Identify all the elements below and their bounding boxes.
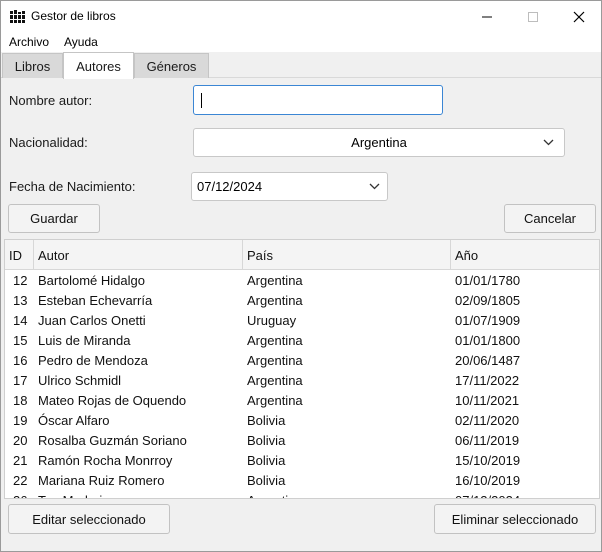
minimize-button[interactable]: [464, 1, 510, 32]
menu-bar: Archivo Ayuda: [1, 32, 601, 52]
cell-author: Óscar Alfaro: [38, 413, 110, 428]
cell-year: 17/11/2022: [455, 373, 520, 388]
cell-id: 17: [13, 373, 28, 388]
cell-year: 02/09/1805: [455, 293, 521, 308]
authors-table[interactable]: ID Autor País Año 12 Bartolomé Hidalgo Arg…: [4, 239, 600, 499]
cell-year: 15/10/2019: [455, 453, 521, 468]
save-button[interactable]: Guardar: [8, 204, 100, 233]
text-caret: [201, 93, 202, 108]
column-header-year[interactable]: Año: [451, 240, 599, 270]
cell-country: Uruguay: [247, 313, 297, 328]
cell-id: 16: [13, 353, 28, 368]
column-header-id[interactable]: ID: [5, 240, 34, 270]
cell-author: Tee Madariaga: [38, 493, 124, 498]
maximize-icon: [528, 11, 538, 22]
cell-year: 07/12/2024: [455, 493, 520, 498]
minimize-icon: [482, 16, 492, 17]
table-row[interactable]: 18 Mateo Rojas de Oquendo Argentina 10/11/2…: [5, 390, 599, 410]
cell-country: Bolivia: [247, 433, 286, 448]
cell-country: Argentina: [247, 393, 303, 408]
cell-country: Argentina: [247, 273, 303, 288]
tab-libros[interactable]: Libros: [2, 53, 63, 78]
books-icon: [10, 10, 25, 23]
chevron-down-icon: [543, 139, 554, 146]
cell-id: 15: [13, 333, 28, 348]
edit-selected-button[interactable]: Editar seleccionado: [8, 504, 170, 534]
cell-id: 13: [13, 293, 28, 308]
cell-id: 22: [13, 473, 28, 488]
cell-author: Mateo Rojas de Oquendo: [38, 393, 187, 408]
cell-country: Argentina: [247, 293, 303, 308]
close-button[interactable]: [556, 1, 602, 32]
table-row[interactable]: 26 Tee Madariaga Argentina 07/12/2024: [5, 490, 599, 498]
cell-country: Argentina: [247, 353, 303, 368]
table-row[interactable]: 16 Pedro de Mendoza Argentina 20/06/1487: [5, 350, 599, 370]
cell-id: 20: [13, 433, 28, 448]
nationality-label: Nacionalidad:: [9, 135, 88, 150]
chevron-down-icon: [369, 183, 380, 190]
cell-author: Ramón Rocha Monrroy: [38, 453, 173, 468]
nationality-select[interactable]: Argentina: [193, 128, 565, 157]
author-name-label: Nombre autor:: [9, 93, 93, 108]
cell-author: Rosalba Guzmán Soriano: [38, 433, 187, 448]
nationality-value: Argentina: [351, 135, 407, 150]
cell-year: 16/10/2019: [455, 473, 521, 488]
table-row[interactable]: 20 Rosalba Guzmán Soriano Bolivia 06/11/201…: [5, 430, 599, 450]
window-title: Gestor de libros: [31, 9, 116, 23]
birth-date-label: Fecha de Nacimiento:: [9, 179, 136, 194]
menu-archivo[interactable]: Archivo: [9, 35, 49, 49]
cell-author: Mariana Ruiz Romero: [38, 473, 165, 488]
cell-year: 01/01/1780: [455, 273, 521, 288]
tab-strip: Libros Autores Géneros: [1, 52, 601, 79]
cell-id: 19: [13, 413, 28, 428]
table-row[interactable]: 13 Esteban Echevarría Argentina 02/09/1805: [5, 290, 599, 310]
birth-date-value: 07/12/2024: [197, 179, 263, 194]
cell-author: Ulrico Schmidl: [38, 373, 122, 388]
table-row[interactable]: 22 Mariana Ruiz Romero Bolivia 16/10/2019: [5, 470, 599, 490]
cell-country: Bolivia: [247, 473, 286, 488]
app-window: Gestor de libros Archivo Ayuda Libros Au…: [0, 0, 602, 552]
cell-year: 10/11/2021: [455, 393, 520, 408]
cell-country: Argentina: [247, 333, 303, 348]
table-row[interactable]: 21 Ramón Rocha Monrroy Bolivia 15/10/2019: [5, 450, 599, 470]
cell-id: 18: [13, 393, 28, 408]
maximize-button[interactable]: [510, 1, 556, 32]
cell-country: Argentina: [247, 373, 303, 388]
cell-id: 26: [13, 493, 27, 498]
author-name-input[interactable]: [193, 85, 443, 115]
cancel-button[interactable]: Cancelar: [504, 204, 596, 233]
title-bar: Gestor de libros: [1, 1, 601, 32]
cell-country: Bolivia: [247, 413, 286, 428]
cell-id: 21: [13, 453, 28, 468]
cell-author: Luis de Miranda: [38, 333, 131, 348]
tab-generos[interactable]: Géneros: [134, 53, 209, 78]
tab-autores[interactable]: Autores: [63, 52, 134, 79]
cell-author: Esteban Echevarría: [38, 293, 153, 308]
cell-author: Pedro de Mendoza: [38, 353, 148, 368]
close-icon: [573, 11, 585, 22]
cell-year: 01/01/1800: [455, 333, 521, 348]
cell-year: 02/11/2020: [455, 413, 520, 428]
table-header: ID Autor País Año: [5, 240, 599, 270]
table-row[interactable]: 14 Juan Carlos Onetti Uruguay 01/07/1909: [5, 310, 599, 330]
cell-country: Argentina: [247, 493, 303, 498]
cell-author: Bartolomé Hidalgo: [38, 273, 145, 288]
delete-selected-button[interactable]: Eliminar seleccionado: [434, 504, 596, 534]
cell-author: Juan Carlos Onetti: [38, 313, 146, 328]
column-header-country[interactable]: País: [243, 240, 451, 270]
table-row[interactable]: 15 Luis de Miranda Argentina 01/01/1800: [5, 330, 599, 350]
cell-id: 12: [13, 273, 28, 288]
table-row[interactable]: 17 Ulrico Schmidl Argentina 17/11/2022: [5, 370, 599, 390]
table-row[interactable]: 19 Óscar Alfaro Bolivia 02/11/2020: [5, 410, 599, 430]
cell-country: Bolivia: [247, 453, 286, 468]
cell-year: 06/11/2019: [455, 433, 520, 448]
cell-year: 20/06/1487: [455, 353, 521, 368]
cell-id: 14: [13, 313, 28, 328]
menu-ayuda[interactable]: Ayuda: [64, 35, 98, 49]
birth-date-picker[interactable]: 07/12/2024: [191, 172, 388, 201]
column-header-author[interactable]: Autor: [34, 240, 243, 270]
cell-year: 01/07/1909: [455, 313, 521, 328]
table-row[interactable]: 12 Bartolomé Hidalgo Argentina 01/01/1780: [5, 270, 599, 290]
